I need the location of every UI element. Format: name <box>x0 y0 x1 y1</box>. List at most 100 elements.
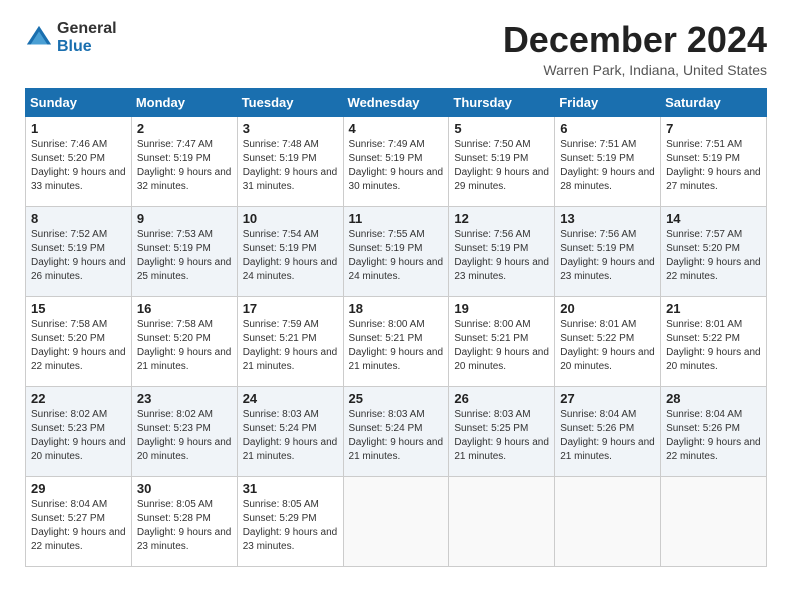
day-number: 21 <box>666 301 761 316</box>
week-row-3: 15 Sunrise: 7:58 AMSunset: 5:20 PMDayligh… <box>26 296 767 386</box>
weekday-header-sunday: Sunday <box>26 88 132 116</box>
day-number: 26 <box>454 391 549 406</box>
day-cell-7: 7 Sunrise: 7:51 AMSunset: 5:19 PMDaylight… <box>661 116 767 206</box>
day-cell-10: 10 Sunrise: 7:54 AMSunset: 5:19 PMDayligh… <box>237 206 343 296</box>
day-info: Sunrise: 7:56 AMSunset: 5:19 PMDaylight:… <box>454 228 549 284</box>
day-info: Sunrise: 7:53 AMSunset: 5:19 PMDaylight:… <box>137 228 232 284</box>
day-info: Sunrise: 7:55 AMSunset: 5:19 PMDaylight:… <box>349 228 444 284</box>
day-info: Sunrise: 7:51 AMSunset: 5:19 PMDaylight:… <box>560 138 655 194</box>
day-info: Sunrise: 7:59 AMSunset: 5:21 PMDaylight:… <box>243 318 338 374</box>
day-number: 11 <box>349 211 444 226</box>
day-number: 25 <box>349 391 444 406</box>
empty-cell <box>449 476 555 566</box>
day-info: Sunrise: 8:04 AMSunset: 5:26 PMDaylight:… <box>560 408 655 464</box>
day-number: 10 <box>243 211 338 226</box>
logo: General Blue <box>25 20 117 55</box>
day-cell-29: 29Sunrise: 8:04 AMSunset: 5:27 PMDayligh… <box>26 476 132 566</box>
page-header: General Blue December 2024 Warren Park, … <box>25 20 767 78</box>
logo-icon <box>25 24 53 52</box>
month-title: December 2024 <box>503 20 767 60</box>
day-info: Sunrise: 7:54 AMSunset: 5:19 PMDaylight:… <box>243 228 338 284</box>
week-row-2: 8Sunrise: 7:52 AMSunset: 5:19 PMDaylight… <box>26 206 767 296</box>
day-number: 24 <box>243 391 338 406</box>
day-info: Sunrise: 7:51 AMSunset: 5:19 PMDaylight:… <box>666 138 761 194</box>
day-cell-11: 11 Sunrise: 7:55 AMSunset: 5:19 PMDayligh… <box>343 206 449 296</box>
day-number: 30 <box>137 481 232 496</box>
week-row-4: 22 Sunrise: 8:02 AMSunset: 5:23 PMDayligh… <box>26 386 767 476</box>
day-number: 31 <box>243 481 338 496</box>
day-info: Sunrise: 8:04 AMSunset: 5:27 PMDaylight:… <box>31 498 126 554</box>
day-number: 16 <box>137 301 232 316</box>
day-cell-2: 2Sunrise: 7:47 AMSunset: 5:19 PMDaylight… <box>131 116 237 206</box>
day-info: Sunrise: 8:02 AMSunset: 5:23 PMDaylight:… <box>137 408 232 464</box>
title-block: December 2024 Warren Park, Indiana, Unit… <box>503 20 767 78</box>
day-info: Sunrise: 8:05 AMSunset: 5:28 PMDaylight:… <box>137 498 232 554</box>
day-number: 1 <box>31 121 126 136</box>
day-info: Sunrise: 8:05 AMSunset: 5:29 PMDaylight:… <box>243 498 338 554</box>
day-cell-9: 9 Sunrise: 7:53 AMSunset: 5:19 PMDaylight… <box>131 206 237 296</box>
day-info: Sunrise: 7:50 AMSunset: 5:19 PMDaylight:… <box>454 138 549 194</box>
day-cell-20: 20 Sunrise: 8:01 AMSunset: 5:22 PMDayligh… <box>555 296 661 386</box>
day-number: 17 <box>243 301 338 316</box>
day-info: Sunrise: 7:57 AMSunset: 5:20 PMDaylight:… <box>666 228 761 284</box>
day-cell-12: 12 Sunrise: 7:56 AMSunset: 5:19 PMDayligh… <box>449 206 555 296</box>
day-number: 12 <box>454 211 549 226</box>
day-cell-24: 24 Sunrise: 8:03 AMSunset: 5:24 PMDayligh… <box>237 386 343 476</box>
day-info: Sunrise: 8:01 AMSunset: 5:22 PMDaylight:… <box>666 318 761 374</box>
day-info: Sunrise: 7:58 AMSunset: 5:20 PMDaylight:… <box>31 318 126 374</box>
day-cell-30: 30 Sunrise: 8:05 AMSunset: 5:28 PMDayligh… <box>131 476 237 566</box>
logo-text: General Blue <box>57 20 117 55</box>
day-cell-18: 18 Sunrise: 8:00 AMSunset: 5:21 PMDayligh… <box>343 296 449 386</box>
day-number: 18 <box>349 301 444 316</box>
weekday-header-row: SundayMondayTuesdayWednesdayThursdayFrid… <box>26 88 767 116</box>
day-info: Sunrise: 8:03 AMSunset: 5:24 PMDaylight:… <box>349 408 444 464</box>
weekday-header-wednesday: Wednesday <box>343 88 449 116</box>
day-cell-31: 31 Sunrise: 8:05 AMSunset: 5:29 PMDayligh… <box>237 476 343 566</box>
weekday-header-tuesday: Tuesday <box>237 88 343 116</box>
day-cell-21: 21 Sunrise: 8:01 AMSunset: 5:22 PMDayligh… <box>661 296 767 386</box>
day-number: 19 <box>454 301 549 316</box>
day-number: 7 <box>666 121 761 136</box>
day-cell-22: 22 Sunrise: 8:02 AMSunset: 5:23 PMDayligh… <box>26 386 132 476</box>
day-cell-26: 26 Sunrise: 8:03 AMSunset: 5:25 PMDayligh… <box>449 386 555 476</box>
day-cell-17: 17 Sunrise: 7:59 AMSunset: 5:21 PMDayligh… <box>237 296 343 386</box>
calendar-table: SundayMondayTuesdayWednesdayThursdayFrid… <box>25 88 767 567</box>
day-number: 8 <box>31 211 126 226</box>
weekday-header-thursday: Thursday <box>449 88 555 116</box>
day-number: 28 <box>666 391 761 406</box>
day-cell-23: 23 Sunrise: 8:02 AMSunset: 5:23 PMDayligh… <box>131 386 237 476</box>
day-info: Sunrise: 7:56 AMSunset: 5:19 PMDaylight:… <box>560 228 655 284</box>
day-info: Sunrise: 8:03 AMSunset: 5:25 PMDaylight:… <box>454 408 549 464</box>
day-number: 15 <box>31 301 126 316</box>
weekday-header-monday: Monday <box>131 88 237 116</box>
day-number: 5 <box>454 121 549 136</box>
day-number: 4 <box>349 121 444 136</box>
day-cell-16: 16Sunrise: 7:58 AMSunset: 5:20 PMDayligh… <box>131 296 237 386</box>
week-row-5: 29Sunrise: 8:04 AMSunset: 5:27 PMDayligh… <box>26 476 767 566</box>
day-cell-15: 15 Sunrise: 7:58 AMSunset: 5:20 PMDayligh… <box>26 296 132 386</box>
day-info: Sunrise: 8:01 AMSunset: 5:22 PMDaylight:… <box>560 318 655 374</box>
day-info: Sunrise: 8:02 AMSunset: 5:23 PMDaylight:… <box>31 408 126 464</box>
day-number: 23 <box>137 391 232 406</box>
day-info: Sunrise: 7:48 AMSunset: 5:19 PMDaylight:… <box>243 138 338 194</box>
week-row-1: 1Sunrise: 7:46 AMSunset: 5:20 PMDaylight… <box>26 116 767 206</box>
empty-cell <box>343 476 449 566</box>
day-cell-3: 3 Sunrise: 7:48 AMSunset: 5:19 PMDaylight… <box>237 116 343 206</box>
day-number: 3 <box>243 121 338 136</box>
day-info: Sunrise: 8:00 AMSunset: 5:21 PMDaylight:… <box>349 318 444 374</box>
day-cell-27: 27Sunrise: 8:04 AMSunset: 5:26 PMDayligh… <box>555 386 661 476</box>
logo-general-text: General <box>57 20 117 38</box>
day-cell-4: 4Sunrise: 7:49 AMSunset: 5:19 PMDaylight… <box>343 116 449 206</box>
weekday-header-saturday: Saturday <box>661 88 767 116</box>
logo-blue-text: Blue <box>57 38 117 56</box>
day-cell-6: 6Sunrise: 7:51 AMSunset: 5:19 PMDaylight… <box>555 116 661 206</box>
day-cell-13: 13 Sunrise: 7:56 AMSunset: 5:19 PMDayligh… <box>555 206 661 296</box>
day-number: 13 <box>560 211 655 226</box>
day-number: 20 <box>560 301 655 316</box>
day-number: 22 <box>31 391 126 406</box>
day-cell-1: 1Sunrise: 7:46 AMSunset: 5:20 PMDaylight… <box>26 116 132 206</box>
weekday-header-friday: Friday <box>555 88 661 116</box>
empty-cell <box>555 476 661 566</box>
day-info: Sunrise: 8:03 AMSunset: 5:24 PMDaylight:… <box>243 408 338 464</box>
day-number: 9 <box>137 211 232 226</box>
